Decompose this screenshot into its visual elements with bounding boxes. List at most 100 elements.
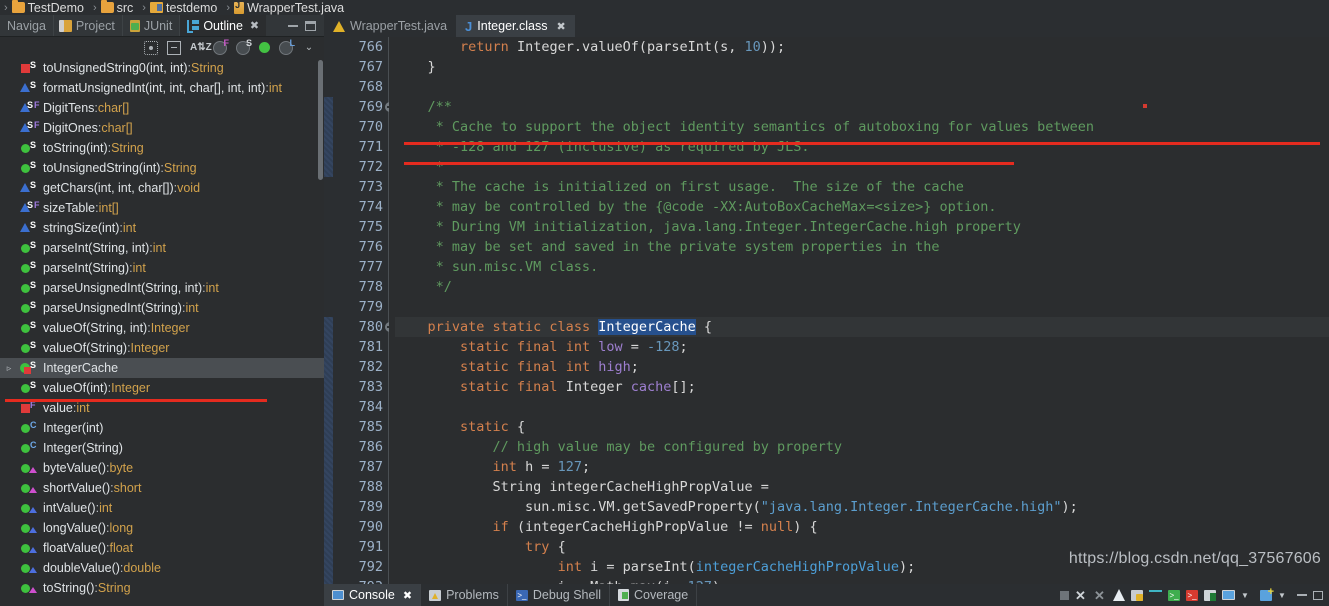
open-console-menu-icon[interactable] (1260, 586, 1274, 601)
breadcrumb-item-testdemo-project[interactable]: TestDemo (11, 0, 89, 15)
minimize-icon[interactable] (288, 24, 298, 27)
code-line[interactable]: * may be controlled by the {@code -XX:Au… (395, 197, 1329, 217)
view-menu-icon[interactable]: ⌄ (302, 41, 316, 55)
focus-on-selection-icon[interactable] (144, 40, 158, 55)
outline-item[interactable]: StoString(int) : String (0, 138, 324, 158)
outline-item[interactable]: C Integer(int) (0, 418, 324, 438)
maximize-icon[interactable] (305, 20, 316, 31)
hide-fields-icon[interactable]: F (213, 38, 229, 55)
close-icon[interactable]: ✖ (250, 19, 259, 32)
tab-outline[interactable]: Outline ✖ (180, 15, 267, 36)
folding-strip[interactable] (324, 37, 333, 584)
code-line[interactable]: i = Math.max(i, 127); (395, 577, 1329, 584)
open-console-icon[interactable]: >_ (1168, 589, 1180, 601)
expand-arrow-icon[interactable]: ▹ (0, 363, 18, 374)
outline-item[interactable]: SvalueOf(String, int) : Integer (0, 318, 324, 338)
code-line[interactable] (395, 77, 1329, 97)
code-line[interactable]: * During VM initialization, java.lang.In… (395, 217, 1329, 237)
code-line[interactable]: static final Integer cache[]; (395, 377, 1329, 397)
outline-item[interactable]: doubleValue() : double (0, 558, 324, 578)
chevron-down-icon[interactable]: ▼ (1278, 589, 1291, 602)
minimize-icon[interactable] (1297, 594, 1307, 596)
code-line[interactable]: * -128 and 127 (inclusive) as required b… (395, 137, 1329, 157)
tab-project[interactable]: Project (54, 15, 123, 36)
code-line[interactable]: static { (395, 417, 1329, 437)
new-console-view-icon[interactable]: >_ (1186, 589, 1198, 601)
outline-item[interactable]: SformatUnsignedInt(int, int, char[], int… (0, 78, 324, 98)
code-line[interactable]: * Cache to support the object identity s… (395, 117, 1329, 137)
outline-tree[interactable]: StoUnsignedString0(int, int) : String Sfo… (0, 58, 324, 606)
code-line[interactable] (395, 297, 1329, 317)
code-line[interactable]: * sun.misc.VM class. (395, 257, 1329, 277)
code-line[interactable]: int h = 127; (395, 457, 1329, 477)
outline-scrollbar[interactable] (318, 60, 323, 180)
hide-nonpublic-icon[interactable] (259, 42, 270, 53)
breadcrumb-item-file[interactable]: WrapperTest.java (234, 0, 349, 15)
code-line[interactable]: } (395, 57, 1329, 77)
display-selected-console-icon[interactable] (1222, 590, 1235, 600)
code-line[interactable]: sun.misc.VM.getSavedProperty("java.lang.… (395, 497, 1329, 517)
editor-tab-wrappertest[interactable]: WrapperTest.java (324, 15, 456, 37)
word-wrap-icon[interactable] (1149, 589, 1162, 601)
outline-item[interactable]: SparseUnsignedInt(String, int) : int (0, 278, 324, 298)
code-line[interactable]: String integerCacheHighPropValue = (395, 477, 1329, 497)
code-editor[interactable]: 766 767 768 769 770 771 772 773 774 775 776 777 778 7… (324, 37, 1329, 584)
close-icon[interactable]: ✖ (403, 589, 412, 602)
bottom-tab-coverage[interactable]: Coverage (610, 584, 698, 606)
outline-item[interactable]: SgetChars(int, int, char[]) : void (0, 178, 324, 198)
outline-item[interactable]: floatValue() : float (0, 538, 324, 558)
close-icon[interactable]: ✖ (556, 20, 565, 33)
editor-tab-integer-class[interactable]: J Integer.class ✖ (456, 15, 575, 37)
code-line[interactable]: * The cache is initialized on first usag… (395, 177, 1329, 197)
pin-console-icon[interactable] (1204, 589, 1216, 601)
terminate-icon[interactable] (1060, 590, 1069, 600)
hide-static-icon[interactable]: S (236, 38, 252, 55)
code-line[interactable]: */ (395, 277, 1329, 297)
outline-item[interactable]: SparseUnsignedInt(String) : int (0, 298, 324, 318)
outline-item[interactable]: StoUnsignedString0(int, int) : String (0, 58, 324, 78)
outline-item[interactable]: S F DigitTens : char[] (0, 98, 324, 118)
outline-item[interactable]: toString() : String (0, 578, 324, 598)
outline-item[interactable]: ▹ S IntegerCache (0, 358, 324, 378)
code-line[interactable] (395, 397, 1329, 417)
hide-local-types-icon[interactable]: L (279, 38, 295, 55)
outline-item[interactable]: StoUnsignedString(int) : String (0, 158, 324, 178)
code-line[interactable]: static final int low = -128; (395, 337, 1329, 357)
bottom-tab-console[interactable]: Console ✖ (324, 584, 422, 606)
breadcrumb-item-src[interactable]: src (100, 0, 139, 15)
outline-item[interactable]: SparseInt(String) : int (0, 258, 324, 278)
outline-item[interactable]: SstringSize(int) : int (0, 218, 324, 238)
outline-item[interactable]: SvalueOf(int) : Integer (0, 378, 324, 398)
remove-launch-icon[interactable]: ✕ (1075, 589, 1088, 602)
outline-item[interactable]: S F DigitOnes : char[] (0, 118, 324, 138)
code-line[interactable]: /** (395, 97, 1329, 117)
code-line[interactable]: * (395, 157, 1329, 177)
outline-item[interactable]: S FsizeTable : int[] (0, 198, 324, 218)
code-line[interactable]: return Integer.valueOf(parseInt(s, 10)); (395, 37, 1329, 57)
code-line[interactable]: static final int high; (395, 357, 1329, 377)
tab-junit[interactable]: JUnit (123, 15, 181, 36)
remove-all-terminated-icon[interactable]: ✕ (1094, 589, 1107, 602)
outline-item[interactable]: intValue() : int (0, 498, 324, 518)
code-line[interactable]: * may be set and saved in the private sy… (395, 237, 1329, 257)
code-line[interactable]: if (integerCacheHighPropValue != null) { (395, 517, 1329, 537)
collapse-all-icon[interactable] (167, 40, 181, 55)
outline-item[interactable]: SvalueOf(String) : Integer (0, 338, 324, 358)
outline-item[interactable]: SparseInt(String, int) : int (0, 238, 324, 258)
outline-item[interactable]: byteValue() : byte (0, 458, 324, 478)
code-content[interactable]: return Integer.valueOf(parseInt(s, 10));… (389, 37, 1329, 584)
code-line[interactable]: // high value may be configured by prope… (395, 437, 1329, 457)
breadcrumb-item-package[interactable]: testdemo (149, 1, 222, 15)
clear-console-icon[interactable] (1113, 589, 1125, 601)
tab-navigator[interactable]: Naviga (0, 15, 54, 36)
maximize-icon[interactable] (1313, 590, 1323, 600)
scroll-lock-icon[interactable] (1131, 589, 1143, 601)
outline-item[interactable]: longValue() : long (0, 518, 324, 538)
chevron-down-icon[interactable]: ▼ (1241, 589, 1254, 602)
bottom-tab-problems[interactable]: Problems (421, 584, 508, 606)
bottom-tab-debug-shell[interactable]: >_ Debug Shell (508, 584, 610, 606)
outline-item[interactable]: shortValue() : short (0, 478, 324, 498)
code-line[interactable]: private static class IntegerCache { (395, 317, 1329, 337)
outline-item[interactable]: C Integer(String) (0, 438, 324, 458)
sort-alphabetically-icon[interactable]: A⇅Z (190, 41, 212, 55)
